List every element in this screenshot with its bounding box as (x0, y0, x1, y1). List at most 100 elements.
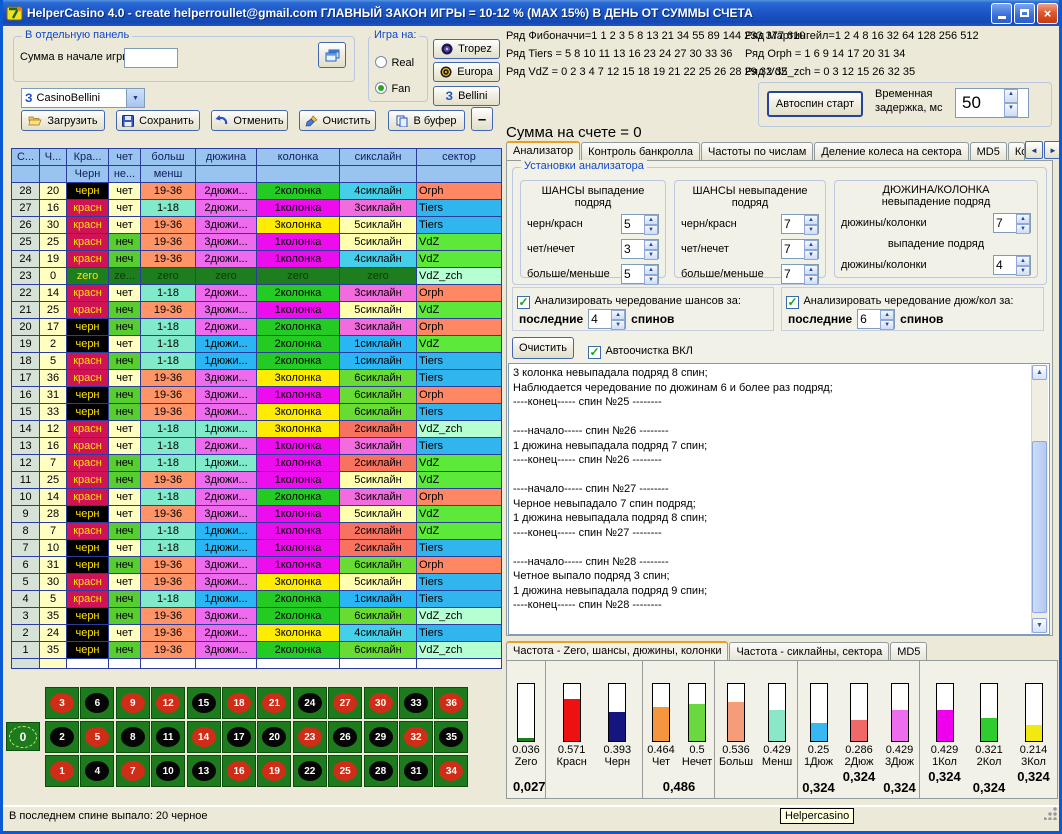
chances-spins-spinner-up-button[interactable]: ▲ (611, 310, 625, 320)
bellini-button[interactable]: З Bellini (433, 86, 500, 106)
europa-button[interactable]: Europa (433, 62, 500, 82)
dozen-hit-spinner-value[interactable]: 4 (994, 256, 1016, 274)
chances-miss-row-2-spinner-down-button[interactable]: ▼ (804, 275, 818, 285)
tab-контроль-банкролла[interactable]: Контроль банкролла (581, 142, 700, 160)
dozen-spins-spinner-down-button[interactable]: ▼ (880, 320, 894, 330)
roulette-cell-27[interactable]: 27 (328, 687, 362, 719)
dozen-miss-spinner-up-button[interactable]: ▲ (1016, 214, 1030, 224)
chances-miss-row-1-spinner-value[interactable]: 7 (782, 240, 804, 258)
roulette-cell-32[interactable]: 32 (399, 721, 433, 753)
scroll-thumb[interactable] (1032, 441, 1047, 613)
chances-miss-row-2-spinner[interactable]: 7▲▼ (781, 264, 819, 284)
dozen-miss-spinner-down-button[interactable]: ▼ (1016, 224, 1030, 234)
roulette-cell-18[interactable]: 18 (222, 687, 256, 719)
tab-частоты-по-числам[interactable]: Частоты по числам (701, 142, 813, 160)
close-button[interactable]: × (1037, 3, 1058, 24)
roulette-cell-33[interactable]: 33 (399, 687, 433, 719)
dozen-spins-spinner-value[interactable]: 6 (858, 310, 880, 328)
resize-grip[interactable] (1044, 807, 1057, 820)
scroll-down-button[interactable]: ▼ (1032, 618, 1047, 633)
chances-miss-row-0-spinner-down-button[interactable]: ▼ (804, 225, 818, 235)
chances-miss-row-2-spinner-up-button[interactable]: ▲ (804, 265, 818, 275)
tab-ко[interactable]: Ко (1008, 142, 1025, 160)
delay-down-button[interactable]: ▼ (1004, 103, 1018, 117)
tab-деление-колеса-на-сектора[interactable]: Деление колеса на сектора (814, 142, 968, 160)
chances-hit-row-0-spinner-up-button[interactable]: ▲ (644, 215, 658, 225)
chances-hit-row-2-spinner-down-button[interactable]: ▼ (644, 275, 658, 285)
chances-miss-row-0-spinner[interactable]: 7▲▼ (781, 214, 819, 234)
dozen-hit-spinner[interactable]: 4▲▼ (993, 255, 1031, 275)
chances-spins-spinner-value[interactable]: 4 (589, 310, 611, 328)
roulette-cell-31[interactable]: 31 (399, 755, 433, 787)
chances-miss-row-1-spinner-up-button[interactable]: ▲ (804, 240, 818, 250)
roulette-cell-0[interactable]: 0 (6, 722, 40, 751)
roulette-cell-21[interactable]: 21 (257, 687, 291, 719)
tab-частота-zero-шансы-дюжины-колонки[interactable]: Частота - Zero, шансы, дюжины, колонки (506, 641, 728, 661)
roulette-cell-9[interactable]: 9 (116, 687, 150, 719)
roulette-cell-7[interactable]: 7 (116, 755, 150, 787)
log-scrollbar[interactable]: ▲ ▼ (1031, 365, 1048, 633)
roulette-cell-2[interactable]: 2 (45, 721, 79, 753)
roulette-cell-16[interactable]: 16 (222, 755, 256, 787)
maximize-button[interactable] (1014, 3, 1035, 24)
analyzer-log[interactable]: 3 колонка невыпадала подряд 8 спин; Набл… (508, 363, 1050, 635)
scroll-up-button[interactable]: ▲ (1032, 365, 1047, 380)
chances-hit-row-0-spinner-down-button[interactable]: ▼ (644, 225, 658, 235)
roulette-cell-11[interactable]: 11 (151, 721, 185, 753)
detach-panel-button[interactable] (318, 42, 346, 68)
chances-miss-row-0-spinner-value[interactable]: 7 (782, 215, 804, 233)
start-sum-input[interactable] (124, 48, 178, 68)
radio-fan[interactable]: Fan (375, 79, 410, 97)
dozen-spins-spinner-up-button[interactable]: ▲ (880, 310, 894, 320)
roulette-cell-8[interactable]: 8 (116, 721, 150, 753)
chances-hit-row-2-spinner-up-button[interactable]: ▲ (644, 265, 658, 275)
chances-spins-spinner[interactable]: 4▲▼ (588, 309, 626, 329)
roulette-cell-20[interactable]: 20 (257, 721, 291, 753)
chances-miss-row-1-spinner-down-button[interactable]: ▼ (804, 250, 818, 260)
roulette-cell-17[interactable]: 17 (222, 721, 256, 753)
roulette-cell-14[interactable]: 14 (187, 721, 221, 753)
chances-spins-spinner-down-button[interactable]: ▼ (611, 320, 625, 330)
tab-анализатор[interactable]: Анализатор (506, 141, 580, 160)
roulette-cell-6[interactable]: 6 (80, 687, 114, 719)
tab-md5[interactable]: MD5 (890, 642, 927, 660)
chances-hit-row-2-spinner-value[interactable]: 5 (622, 265, 644, 283)
roulette-cell-30[interactable]: 30 (364, 687, 398, 719)
tropez-button[interactable]: Tropez (433, 39, 500, 59)
chances-hit-row-1-spinner-value[interactable]: 3 (622, 240, 644, 258)
chances-miss-row-1-spinner[interactable]: 7▲▼ (781, 239, 819, 259)
roulette-cell-3[interactable]: 3 (45, 687, 79, 719)
collapse-button[interactable]: – (471, 107, 493, 131)
dozen-spins-spinner[interactable]: 6▲▼ (857, 309, 895, 329)
tab-md5[interactable]: MD5 (970, 142, 1007, 160)
roulette-cell-23[interactable]: 23 (293, 721, 327, 753)
roulette-cell-22[interactable]: 22 (293, 755, 327, 787)
roulette-cell-34[interactable]: 34 (434, 755, 468, 787)
roulette-cell-1[interactable]: 1 (45, 755, 79, 787)
delay-spinner[interactable]: 50 ▲▼ (955, 88, 1029, 118)
casino-select[interactable]: З CasinoBellini ▼ (21, 88, 145, 108)
delay-value[interactable]: 50 (956, 89, 1004, 117)
copy-buffer-button[interactable]: В буфер (388, 110, 465, 131)
chances-miss-row-2-spinner-value[interactable]: 7 (782, 265, 804, 283)
dozen-miss-spinner[interactable]: 7▲▼ (993, 213, 1031, 233)
roulette-cell-35[interactable]: 35 (434, 721, 468, 753)
roulette-cell-19[interactable]: 19 (257, 755, 291, 787)
minimize-button[interactable] (991, 3, 1012, 24)
roulette-cell-29[interactable]: 29 (364, 721, 398, 753)
casino-select-dropdown-button[interactable]: ▼ (126, 89, 144, 107)
analyzer-clear-button[interactable]: Очистить (512, 337, 574, 359)
radio-real[interactable]: Real (375, 53, 414, 71)
dozen-hit-spinner-down-button[interactable]: ▼ (1016, 266, 1030, 276)
roulette-cell-24[interactable]: 24 (293, 687, 327, 719)
roulette-cell-12[interactable]: 12 (151, 687, 185, 719)
roulette-cell-26[interactable]: 26 (328, 721, 362, 753)
save-button[interactable]: Сохранить (116, 110, 200, 131)
roulette-cell-25[interactable]: 25 (328, 755, 362, 787)
chances-miss-row-0-spinner-up-button[interactable]: ▲ (804, 215, 818, 225)
tab-scroll-right-button[interactable]: ► (1044, 141, 1062, 159)
chances-hit-row-1-spinner-up-button[interactable]: ▲ (644, 240, 658, 250)
tab-scroll-left-button[interactable]: ◄ (1025, 141, 1043, 159)
chances-hit-row-2-spinner[interactable]: 5▲▼ (621, 264, 659, 284)
chances-hit-row-1-spinner[interactable]: 3▲▼ (621, 239, 659, 259)
